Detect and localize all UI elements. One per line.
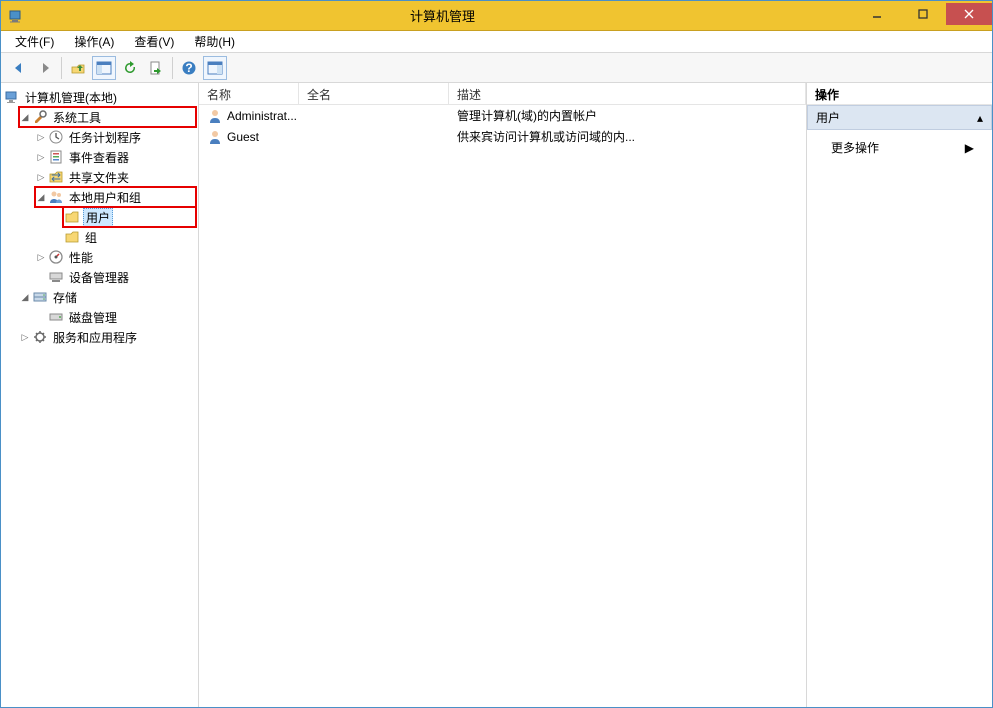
user-icon — [207, 108, 223, 124]
cell-desc: 供来宾访问计算机或访问域的内... — [449, 128, 806, 145]
users-groups-icon — [48, 189, 64, 205]
tree-label: 计算机管理(本地) — [23, 89, 119, 106]
content-area: 计算机管理(本地) ◢ 系统工具 ▷ — [1, 83, 992, 707]
col-name[interactable]: 名称 — [199, 83, 299, 104]
expander-icon[interactable]: ◢ — [19, 111, 31, 123]
maximize-button[interactable] — [900, 3, 946, 25]
folder-icon — [64, 229, 80, 245]
tree-label: 任务计划程序 — [67, 129, 143, 146]
tools-icon — [32, 109, 48, 125]
app-window: 计算机管理 文件(F) 操作(A) 查看(V) 帮助(H) ? — [0, 0, 993, 708]
expander-icon[interactable]: ◢ — [19, 291, 31, 303]
list-body: Administrat... 管理计算机(域)的内置帐户 Guest 供来宾访问… — [199, 105, 806, 707]
tree-users[interactable]: 用户 — [63, 207, 196, 227]
tree-disk-management[interactable]: ▷ 磁盘管理 — [35, 307, 196, 327]
show-hide-action-button[interactable] — [203, 56, 227, 80]
list-row[interactable]: Administrat... 管理计算机(域)的内置帐户 — [199, 105, 806, 126]
cell-name: Guest — [227, 130, 259, 144]
minimize-button[interactable] — [854, 3, 900, 25]
action-section-label: 用户 — [816, 109, 840, 126]
menu-action[interactable]: 操作(A) — [66, 31, 122, 52]
menubar: 文件(F) 操作(A) 查看(V) 帮助(H) — [1, 31, 992, 53]
tree-performance[interactable]: ▷ 性能 — [35, 247, 196, 267]
chevron-right-icon: ▶ — [965, 141, 974, 155]
tree-local-users-groups[interactable]: ◢ 本地用户和组 — [35, 187, 196, 207]
tree-label: 组 — [83, 229, 99, 246]
toolbar-separator — [172, 57, 173, 79]
action-pane-title: 操作 — [807, 83, 992, 105]
tree-services-apps[interactable]: ▷ 服务和应用程序 — [19, 327, 196, 347]
shared-folder-icon: ⇄ — [48, 169, 64, 185]
window-controls — [854, 7, 992, 25]
list-row[interactable]: Guest 供来宾访问计算机或访问域的内... — [199, 126, 806, 147]
action-body: 更多操作 ▶ — [807, 130, 992, 165]
export-button[interactable] — [144, 56, 168, 80]
tree-label: 服务和应用程序 — [51, 329, 139, 346]
action-pane: 操作 用户 ▴ 更多操作 ▶ — [807, 83, 992, 707]
help-button[interactable]: ? — [177, 56, 201, 80]
svg-text:?: ? — [185, 61, 192, 75]
expander-icon[interactable]: ▷ — [35, 131, 47, 143]
close-button[interactable] — [946, 3, 992, 25]
toolbar-separator — [61, 57, 62, 79]
forward-button[interactable] — [33, 56, 57, 80]
app-icon — [1, 8, 31, 24]
computer-icon — [4, 89, 20, 105]
cell-desc: 管理计算机(域)的内置帐户 — [449, 107, 806, 124]
tree-shared-folders[interactable]: ▷ ⇄ 共享文件夹 — [35, 167, 196, 187]
services-icon — [32, 329, 48, 345]
user-icon — [207, 129, 223, 145]
up-button[interactable] — [66, 56, 90, 80]
expander-icon[interactable]: ▷ — [35, 171, 47, 183]
tree-label: 本地用户和组 — [67, 189, 143, 206]
tree-system-tools[interactable]: ◢ 系统工具 — [19, 107, 196, 127]
folder-icon — [64, 209, 80, 225]
tree-groups[interactable]: 组 — [63, 227, 196, 247]
window-title: 计算机管理 — [31, 6, 854, 25]
titlebar: 计算机管理 — [1, 1, 992, 31]
menu-help[interactable]: 帮助(H) — [186, 31, 243, 52]
toolbar: ? — [1, 53, 992, 83]
tree-label: 事件查看器 — [67, 149, 131, 166]
menu-view[interactable]: 查看(V) — [126, 31, 182, 52]
device-icon — [48, 269, 64, 285]
tree-device-manager[interactable]: ▷ 设备管理器 — [35, 267, 196, 287]
tree-storage[interactable]: ◢ 存储 — [19, 287, 196, 307]
tree-event-viewer[interactable]: ▷ 事件查看器 — [35, 147, 196, 167]
col-fullname[interactable]: 全名 — [299, 83, 449, 104]
performance-icon — [48, 249, 64, 265]
expander-icon[interactable]: ▷ — [35, 151, 47, 163]
show-hide-tree-button[interactable] — [92, 56, 116, 80]
tree-label: 设备管理器 — [67, 269, 131, 286]
refresh-button[interactable] — [118, 56, 142, 80]
tree-label: 用户 — [83, 208, 113, 227]
action-more[interactable]: 更多操作 ▶ — [807, 136, 992, 159]
svg-text:⇄: ⇄ — [51, 170, 61, 184]
back-button[interactable] — [7, 56, 31, 80]
cell-name: Administrat... — [227, 109, 297, 123]
clock-icon — [48, 129, 64, 145]
list-pane: 名称 全名 描述 Administrat... 管理计算机(域)的内置帐户 G — [199, 83, 807, 707]
tree-task-scheduler[interactable]: ▷ 任务计划程序 — [35, 127, 196, 147]
storage-icon — [32, 289, 48, 305]
expander-icon[interactable]: ▷ — [35, 251, 47, 263]
expander-icon[interactable]: ▷ — [19, 331, 31, 343]
action-more-label: 更多操作 — [831, 139, 879, 156]
disk-icon — [48, 309, 64, 325]
tree-label: 磁盘管理 — [67, 309, 119, 326]
collapse-icon: ▴ — [977, 111, 983, 125]
tree-label: 系统工具 — [51, 109, 103, 126]
tree-label: 性能 — [67, 249, 95, 266]
event-icon — [48, 149, 64, 165]
expander-icon[interactable]: ◢ — [35, 191, 47, 203]
list-header: 名称 全名 描述 — [199, 83, 806, 105]
menu-file[interactable]: 文件(F) — [7, 31, 62, 52]
col-description[interactable]: 描述 — [449, 83, 806, 104]
tree-root[interactable]: 计算机管理(本地) — [3, 87, 196, 107]
tree-label: 共享文件夹 — [67, 169, 131, 186]
tree-pane: 计算机管理(本地) ◢ 系统工具 ▷ — [1, 83, 199, 707]
tree-label: 存储 — [51, 289, 79, 306]
action-section-header[interactable]: 用户 ▴ — [807, 105, 992, 130]
